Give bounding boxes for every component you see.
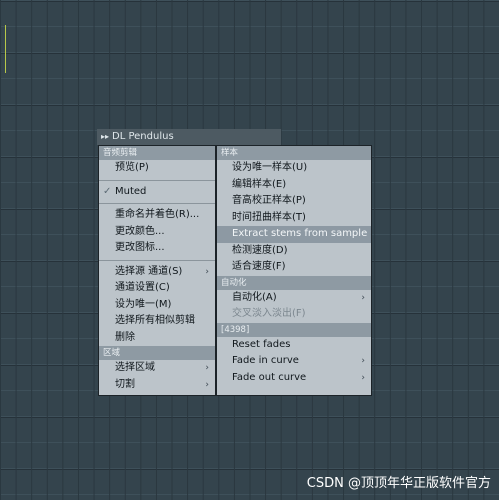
menu-item-fade-in-curve[interactable]: Fade in curve › xyxy=(217,353,371,370)
section-header-audio-clip: 音频剪辑 xyxy=(99,146,215,160)
menu-item-select-region[interactable]: 选择区域 › xyxy=(99,360,215,377)
chevron-right-icon: › xyxy=(361,372,365,383)
check-icon: ✓ xyxy=(103,185,112,197)
watermark-text: CSDN @顶顶年华正版软件官方 xyxy=(306,476,491,491)
menu-item-change-icon[interactable]: 更改图标... xyxy=(99,240,215,257)
menu-item-automation[interactable]: 自动化(A) › xyxy=(217,290,371,307)
chevron-right-icon: › xyxy=(205,266,209,277)
menu-item-change-color[interactable]: 更改颜色... xyxy=(99,224,215,241)
menu-item-muted-label: Muted xyxy=(115,185,147,197)
menu-right-column: 样本 设为唯一样本(U) 编辑样本(E) 音高校正样本(P) 时间扭曲样本(T)… xyxy=(217,146,371,395)
menu-item-select-source-channel-label: 选择源 通道(S) xyxy=(115,265,183,277)
menu-item-detect-tempo[interactable]: 检测速度(D) xyxy=(217,243,371,260)
menu-item-select-region-label: 选择区域 xyxy=(115,362,155,373)
menu-item-delete[interactable]: 删除 xyxy=(99,330,215,347)
menu-item-crossfade: 交叉淡入淡出(F) xyxy=(232,308,306,319)
menu-item-slice[interactable]: 切割 › xyxy=(99,377,215,394)
menu-separator xyxy=(99,203,215,204)
menu-item-preview[interactable]: 预览(P) xyxy=(99,160,215,177)
section-header-4398: [4398] xyxy=(217,322,371,337)
section-header-sample: 样本 xyxy=(217,146,371,160)
menu-item-select-source-channel[interactable]: 选择源 通道(S) › xyxy=(99,264,215,281)
menu-item-channel-settings[interactable]: 通道设置(C) xyxy=(99,280,215,297)
chevron-right-icon: › xyxy=(205,379,209,390)
menu-item-time-stretch-sample[interactable]: 时间扭曲样本(T) xyxy=(217,210,371,227)
double-arrow-icon: ▸▸ xyxy=(101,132,110,141)
chevron-right-icon: › xyxy=(361,292,365,303)
menu-title-bar: ▸▸ DL Pendulus xyxy=(97,129,281,145)
menu-item-make-unique[interactable]: 设为唯一(M) xyxy=(99,297,215,314)
menu-item-automation-label: 自动化(A) xyxy=(232,291,277,303)
menu-item-slice-label: 切割 xyxy=(115,378,135,390)
menu-item-fade-out-curve-label: Fade out curve xyxy=(232,371,307,383)
menu-item-fit-tempo[interactable]: 适合速度(F) xyxy=(217,259,371,276)
menu-item-extract-stems[interactable]: Extract stems from sample xyxy=(217,226,371,243)
chevron-right-icon: › xyxy=(361,356,365,366)
menu-item-edit-sample[interactable]: 编辑样本(E) xyxy=(217,177,371,194)
menu-item-reset-fades[interactable]: Reset fades xyxy=(217,337,371,354)
menu-item-make-unique-sample[interactable]: 设为唯一样本(U) xyxy=(217,160,371,177)
menu-item-fade-out-curve[interactable]: Fade out curve › xyxy=(217,370,371,387)
menu-title: DL Pendulus xyxy=(112,131,174,142)
menu-separator xyxy=(99,259,215,261)
chevron-right-icon: › xyxy=(205,363,209,373)
menu-item-fade-in-curve-label: Fade in curve xyxy=(232,355,299,366)
menu-item-rename-color[interactable]: 重命名并着色(R)... xyxy=(99,207,215,224)
context-menu: 音频剪辑 预览(P) ✓ Muted 重命名并着色(R)... 更改颜色... 更… xyxy=(98,145,372,396)
menu-item-pitch-correct-sample[interactable]: 音高校正样本(P) xyxy=(217,193,371,210)
menu-separator xyxy=(99,179,215,181)
section-header-region: 区域 xyxy=(99,346,215,360)
menu-left-column: 音频剪辑 预览(P) ✓ Muted 重命名并着色(R)... 更改颜色... 更… xyxy=(99,146,215,395)
menu-item-muted[interactable]: ✓ Muted xyxy=(99,184,215,201)
section-header-automation: 自动化 xyxy=(217,275,371,290)
menu-item-select-similar-clips[interactable]: 选择所有相似剪辑 xyxy=(99,313,215,330)
selection-marker xyxy=(0,25,6,73)
